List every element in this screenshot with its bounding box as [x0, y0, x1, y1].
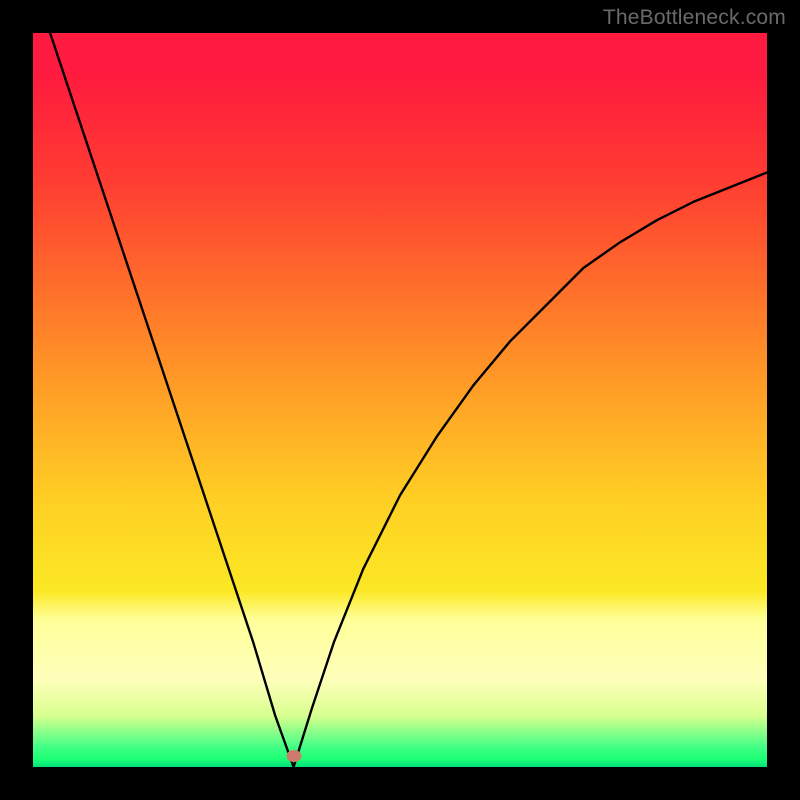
curve-path	[33, 33, 767, 767]
optimal-point-marker	[286, 750, 301, 762]
bottleneck-curve	[33, 33, 767, 767]
watermark-text: TheBottleneck.com	[603, 6, 786, 30]
plot-area	[33, 33, 767, 767]
chart-container: TheBottleneck.com	[0, 0, 800, 800]
